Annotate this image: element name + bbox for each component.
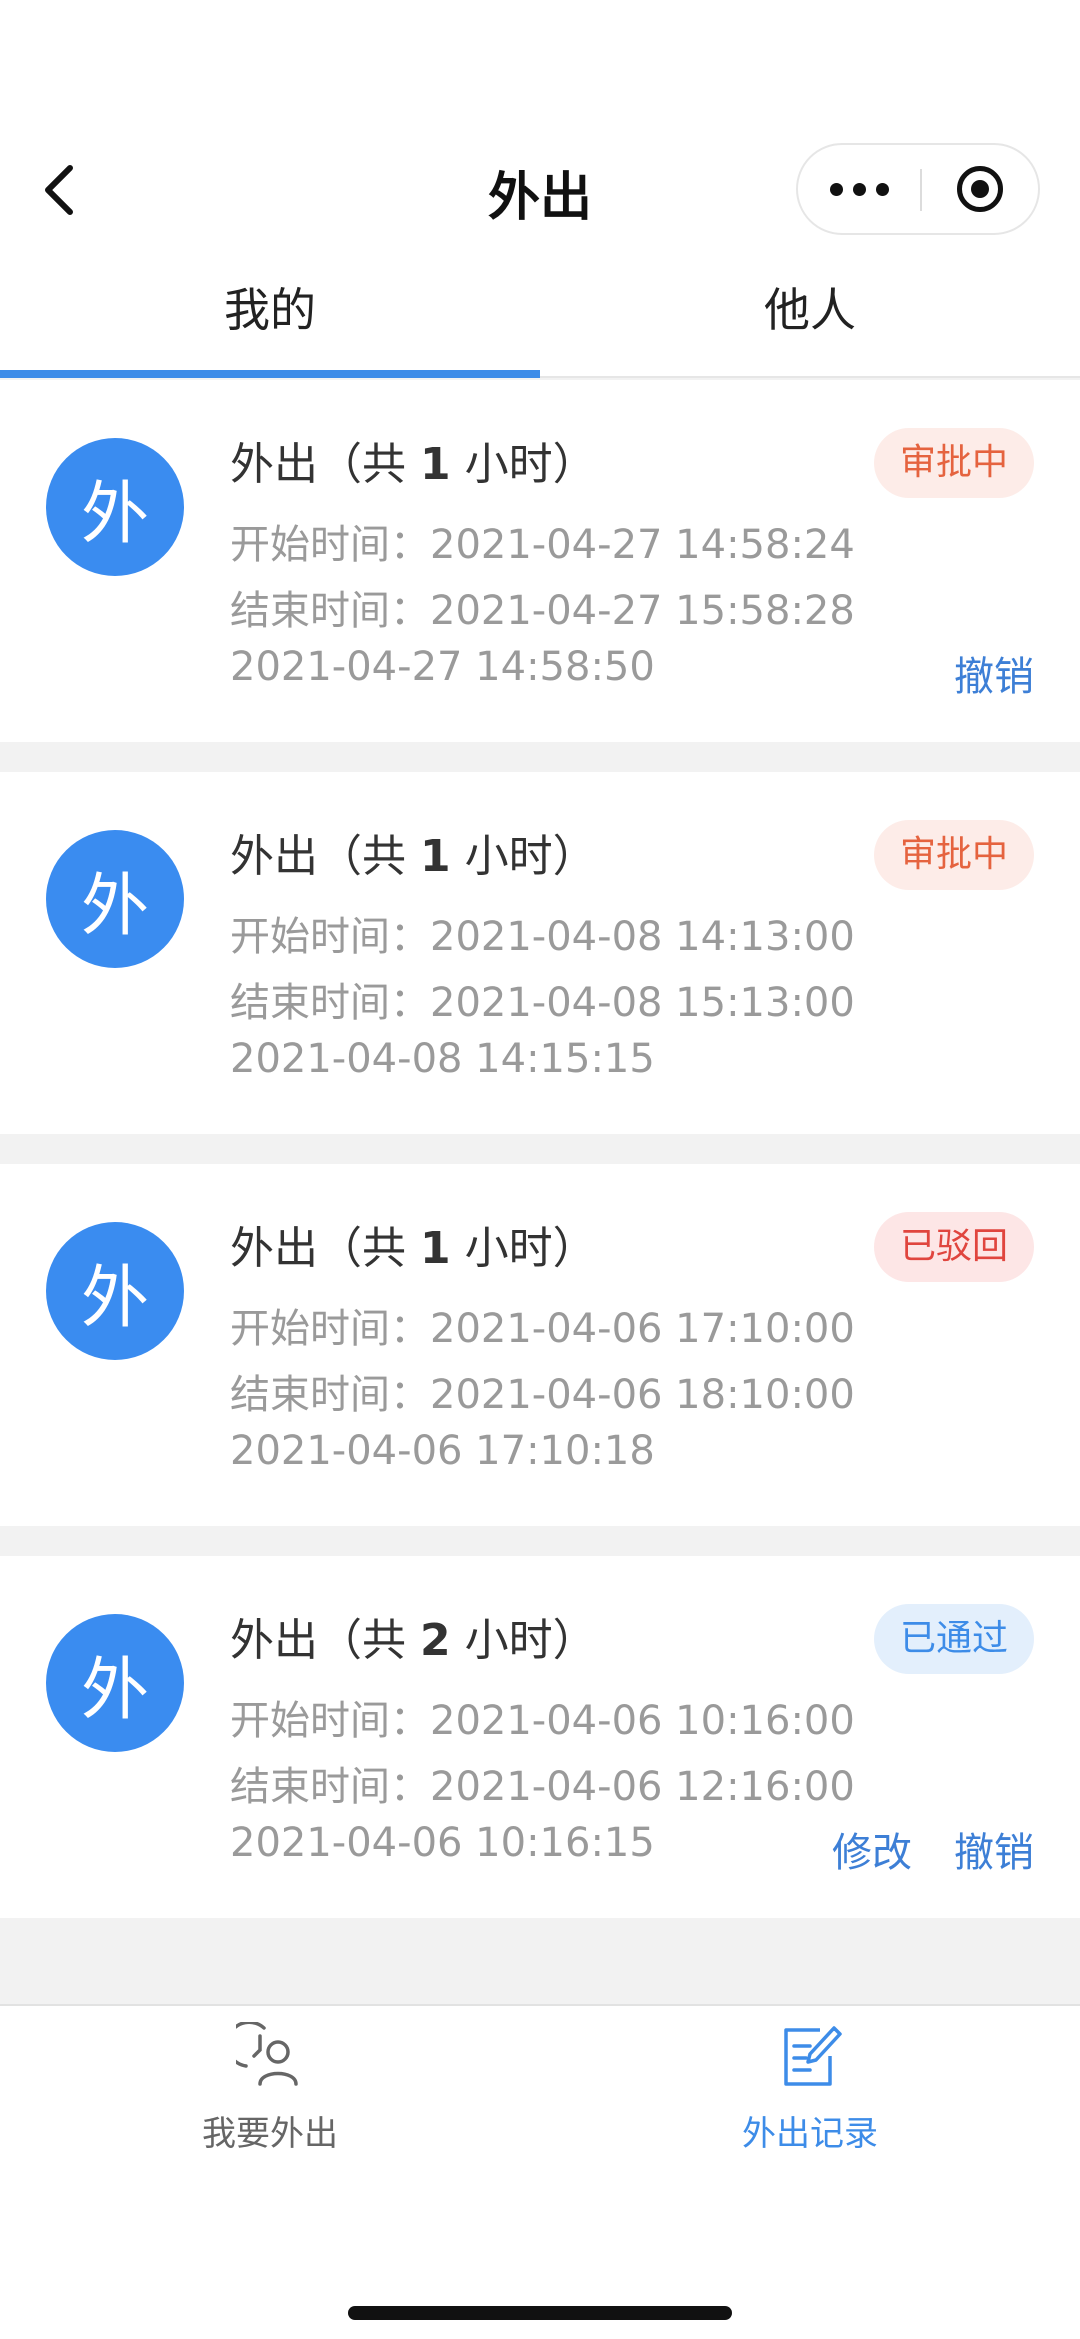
end-time-label: 结束时间： (230, 980, 430, 1026)
start-time-row: 开始时间：2021-04-08 14:13:00 (230, 904, 855, 962)
avatar: 外 (46, 1614, 184, 1752)
start-time-label: 开始时间： (230, 1306, 430, 1352)
start-time-label: 开始时间： (230, 522, 430, 568)
person-clock-icon (236, 2022, 298, 2086)
title-suffix: 小时） (450, 1223, 597, 1274)
record-title: 外出（共 1 小时） (230, 428, 597, 492)
title-suffix: 小时） (450, 439, 597, 490)
target-icon (957, 166, 1003, 212)
tabbar-item-go-out[interactable]: 我要外出 (0, 2006, 540, 2240)
nav-bar: 外出 (0, 0, 1080, 260)
active-tab-indicator (0, 370, 540, 378)
start-time-value: 2021-04-06 10:16:00 (430, 1698, 855, 1744)
record-title: 外出（共 2 小时） (230, 1604, 597, 1668)
record-list[interactable]: 外外出（共 1 小时） 开始时间：2021-04-27 14:58:24 结束时间：… (0, 380, 1080, 2004)
title-suffix: 小时） (450, 1615, 597, 1666)
record-title: 外出（共 1 小时） (230, 820, 597, 884)
record-card[interactable]: 外外出（共 1 小时） 开始时间：2021-04-27 14:58:24 结束时间：… (0, 380, 1080, 742)
status-badge: 审批中 (873, 820, 1034, 890)
start-time-label: 开始时间： (230, 1698, 430, 1744)
record-title: 外出（共 1 小时） (230, 1212, 597, 1276)
start-time-value: 2021-04-06 17:10:00 (430, 1306, 855, 1352)
avatar: 外 (46, 1222, 184, 1360)
record-actions: 修改 撤销 (832, 1820, 1034, 1878)
more-dots-icon (829, 182, 843, 196)
title-prefix: 外出（共 (230, 439, 420, 490)
record-actions: 撤销 (954, 644, 1034, 702)
avatar: 外 (46, 830, 184, 968)
end-time-row: 结束时间：2021-04-06 18:10:00 (230, 1362, 855, 1420)
hours-value: 2 (420, 1615, 451, 1666)
title-prefix: 外出（共 (230, 1223, 420, 1274)
app-screen: 外出 我的 他人 外外出（共 1 小时） 开始时间：2021-04-27 14:5… (0, 0, 1080, 2339)
tab-bar: 我的 他人 (0, 260, 1080, 378)
submitted-time: 2021-04-06 10:16:15 (230, 1820, 655, 1866)
tab-mine[interactable]: 我的 (0, 260, 540, 376)
close-mini-program-button[interactable] (922, 145, 1038, 233)
end-time-row: 结束时间：2021-04-08 15:13:00 (230, 970, 855, 1028)
avatar: 外 (46, 438, 184, 576)
record-card[interactable]: 外外出（共 1 小时） 开始时间：2021-04-06 17:10:00 结束时间：… (0, 1164, 1080, 1526)
mini-program-capsule (796, 143, 1040, 235)
bottom-tab-bar: 我要外出 外出记录 (0, 2004, 1080, 2240)
submitted-time: 2021-04-08 14:15:15 (230, 1036, 655, 1082)
end-time-label: 结束时间： (230, 1372, 430, 1418)
start-time-value: 2021-04-08 14:13:00 (430, 914, 855, 960)
edit-button[interactable]: 修改 (832, 1820, 912, 1878)
title-prefix: 外出（共 (230, 1615, 420, 1666)
end-time-value: 2021-04-06 18:10:00 (430, 1372, 855, 1418)
home-indicator[interactable] (348, 2306, 732, 2320)
revoke-button[interactable]: 撤销 (954, 644, 1034, 702)
start-time-row: 开始时间：2021-04-06 10:16:00 (230, 1688, 855, 1746)
start-time-row: 开始时间：2021-04-06 17:10:00 (230, 1296, 855, 1354)
record-card[interactable]: 外外出（共 2 小时） 开始时间：2021-04-06 10:16:00 结束时间：… (0, 1556, 1080, 1918)
status-badge: 已通过 (873, 1604, 1034, 1674)
tabbar-label-go-out: 我要外出 (202, 2114, 338, 2154)
end-time-value: 2021-04-27 15:58:28 (430, 588, 855, 634)
more-dots-icon (875, 182, 889, 196)
more-dots-icon (852, 182, 866, 196)
tabbar-item-records[interactable]: 外出记录 (540, 2006, 1080, 2240)
hours-value: 1 (420, 439, 451, 490)
submitted-time: 2021-04-27 14:58:50 (230, 644, 655, 690)
hours-value: 1 (420, 831, 451, 882)
revoke-button[interactable]: 撤销 (954, 1820, 1034, 1878)
hours-value: 1 (420, 1223, 451, 1274)
end-time-value: 2021-04-06 12:16:00 (430, 1764, 855, 1810)
title-prefix: 外出（共 (230, 831, 420, 882)
end-time-row: 结束时间：2021-04-27 15:58:28 (230, 578, 855, 636)
end-time-row: 结束时间：2021-04-06 12:16:00 (230, 1754, 855, 1812)
end-time-label: 结束时间： (230, 1764, 430, 1810)
home-indicator-area (0, 2240, 1080, 2339)
tab-others[interactable]: 他人 (540, 260, 1080, 376)
end-time-label: 结束时间： (230, 588, 430, 634)
record-card[interactable]: 外外出（共 1 小时） 开始时间：2021-04-08 14:13:00 结束时间：… (0, 772, 1080, 1134)
title-suffix: 小时） (450, 831, 597, 882)
tabbar-label-records: 外出记录 (742, 2114, 878, 2154)
status-badge: 已驳回 (873, 1212, 1034, 1282)
start-time-value: 2021-04-27 14:58:24 (430, 522, 855, 568)
status-badge: 审批中 (873, 428, 1034, 498)
edit-record-icon (784, 2026, 842, 2086)
more-button[interactable] (798, 145, 920, 233)
submitted-time: 2021-04-06 17:10:18 (230, 1428, 655, 1474)
start-time-row: 开始时间：2021-04-27 14:58:24 (230, 512, 855, 570)
end-time-value: 2021-04-08 15:13:00 (430, 980, 855, 1026)
target-icon-dot (971, 180, 989, 198)
start-time-label: 开始时间： (230, 914, 430, 960)
